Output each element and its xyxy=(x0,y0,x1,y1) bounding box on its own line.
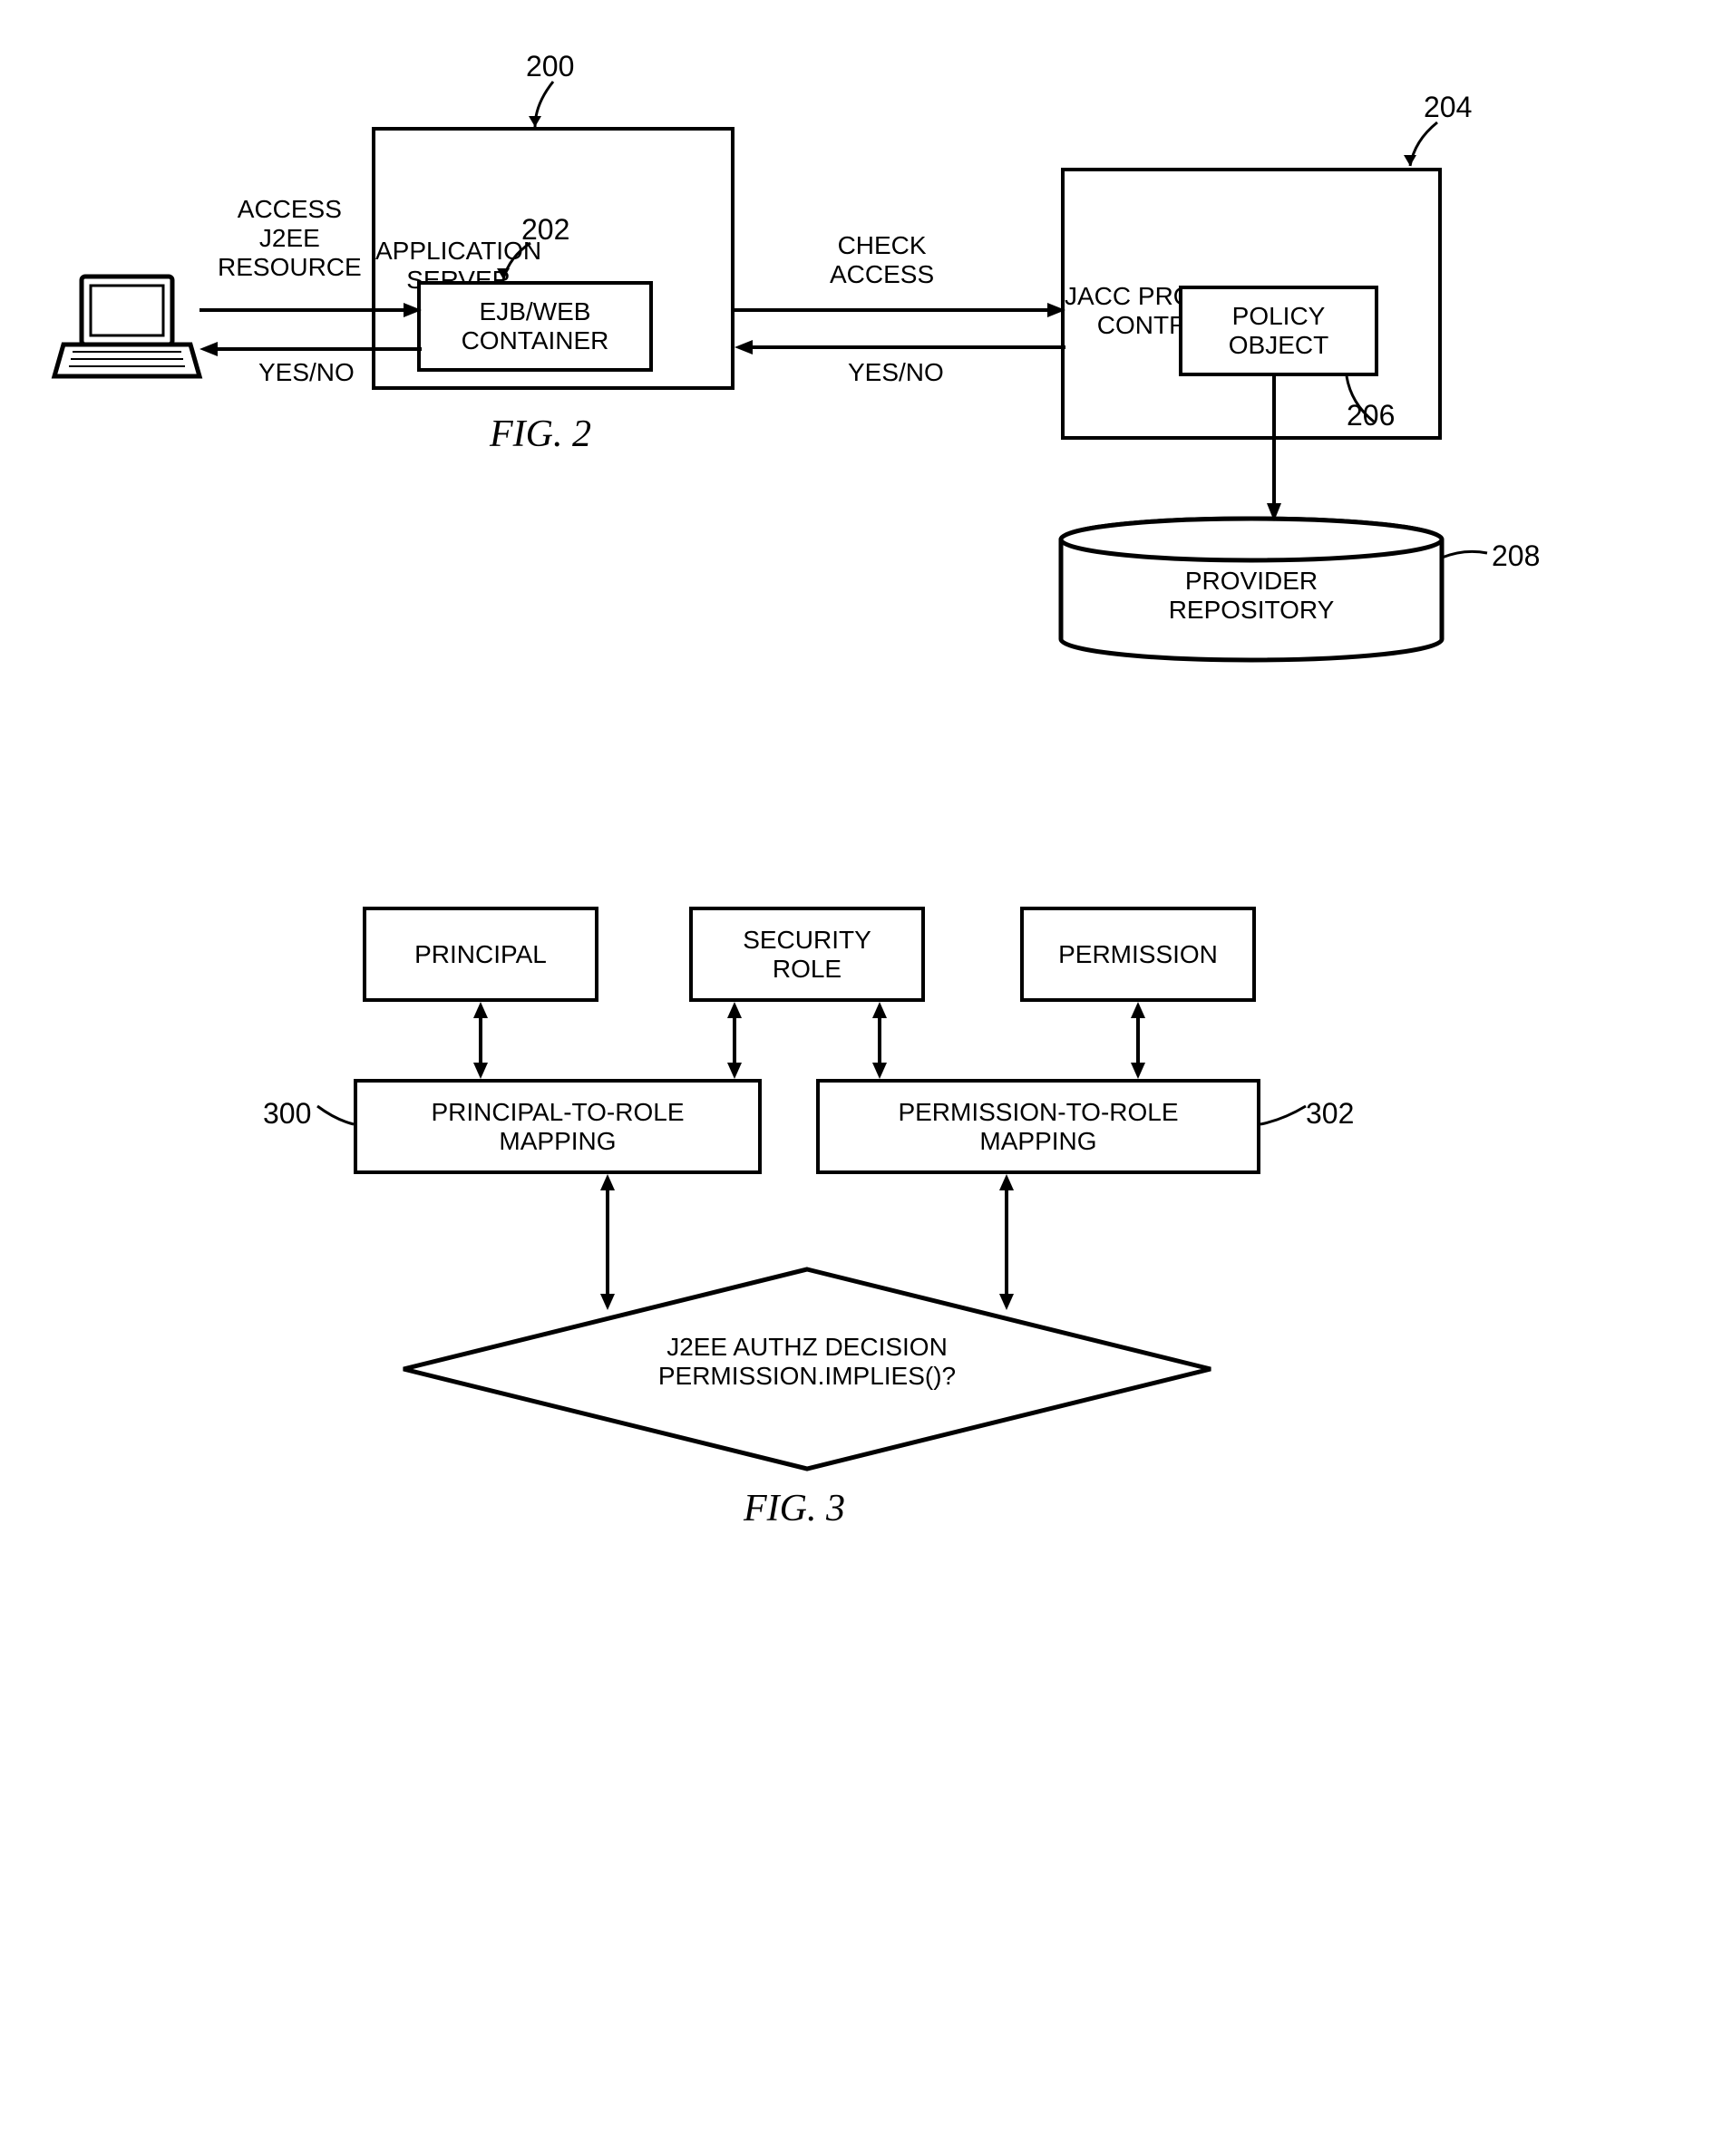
yesno-left: YES/NO xyxy=(258,358,355,387)
security-role-box: SECURITY ROLE xyxy=(689,907,925,1002)
policy-label: POLICY OBJECT xyxy=(1229,302,1328,360)
arrow-principal-p2r xyxy=(472,1002,490,1079)
ref-202-pointer xyxy=(499,243,535,284)
container-box: EJB/WEB CONTAINER xyxy=(417,281,653,372)
ref-206-pointer xyxy=(1347,376,1401,422)
principal-box: PRINCIPAL xyxy=(363,907,598,1002)
permission-label: PERMISSION xyxy=(1058,940,1218,969)
repo-label: PROVIDER REPOSITORY xyxy=(1056,567,1446,625)
figure-3: PRINCIPAL SECURITY ROLE PERMISSION PRINC… xyxy=(36,852,1668,1578)
p2r-label: PRINCIPAL-TO-ROLE MAPPING xyxy=(431,1098,684,1156)
ref-302: 302 xyxy=(1306,1097,1354,1131)
arrow-policy-to-repo xyxy=(1265,376,1283,521)
ref-204-pointer xyxy=(1406,122,1451,172)
arrow-laptop-to-container xyxy=(199,301,422,319)
fig3-caption: FIG. 3 xyxy=(744,1487,845,1530)
perm2r-label: PERMISSION-TO-ROLE MAPPING xyxy=(898,1098,1178,1156)
arrow-container-to-laptop xyxy=(199,340,422,358)
fig2-caption: FIG. 2 xyxy=(490,413,591,456)
yesno-right: YES/NO xyxy=(848,358,944,387)
ref-202: 202 xyxy=(521,213,569,247)
ref-300: 300 xyxy=(263,1097,311,1131)
policy-box: POLICY OBJECT xyxy=(1179,286,1378,376)
figure-2: APPLICATION SERVER EJB/WEB CONTAINER 200… xyxy=(36,36,1668,671)
ref-200: 200 xyxy=(526,50,574,83)
ref-204: 204 xyxy=(1424,91,1472,124)
check-access-label: CHECK ACCESS xyxy=(830,231,934,289)
security-role-label: SECURITY ROLE xyxy=(743,926,871,984)
ref-208-pointer xyxy=(1442,544,1496,571)
arrow-jacc-to-container xyxy=(735,338,1065,356)
ref-200-pointer xyxy=(530,82,585,131)
p2r-box: PRINCIPAL-TO-ROLE MAPPING xyxy=(354,1079,762,1174)
arrow-perm2r-diamond xyxy=(997,1174,1016,1310)
principal-label: PRINCIPAL xyxy=(414,940,547,969)
arrow-secrole-p2r xyxy=(725,1002,744,1079)
ref-300-pointer xyxy=(317,1106,358,1133)
perm2r-box: PERMISSION-TO-ROLE MAPPING xyxy=(816,1079,1260,1174)
arrow-permission-perm2r xyxy=(1129,1002,1147,1079)
arrow-container-to-jacc xyxy=(735,301,1065,319)
laptop-icon xyxy=(54,272,199,390)
container-label: EJB/WEB CONTAINER xyxy=(462,297,609,355)
permission-box: PERMISSION xyxy=(1020,907,1256,1002)
arrow-p2r-diamond xyxy=(598,1174,617,1310)
access-label: ACCESS J2EE RESOURCE xyxy=(218,195,362,282)
arrow-secrole-perm2r xyxy=(871,1002,889,1079)
ref-208: 208 xyxy=(1492,539,1540,573)
ref-302-pointer xyxy=(1260,1106,1306,1133)
decision-label: J2EE AUTHZ DECISION PERMISSION.IMPLIES()… xyxy=(399,1333,1215,1391)
